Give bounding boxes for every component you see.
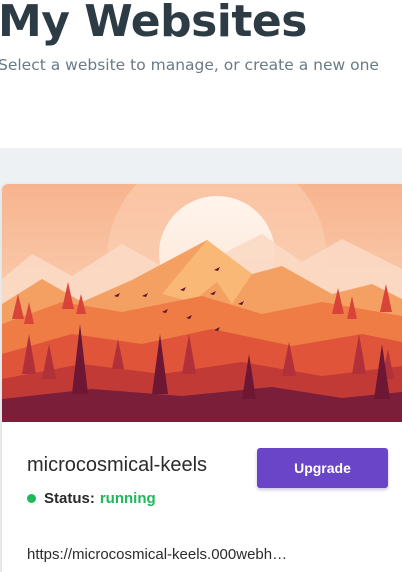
- website-card[interactable]: microcosmical-keels Upgrade Status: runn…: [2, 184, 402, 572]
- status-dot-icon: [27, 494, 36, 503]
- upgrade-button[interactable]: Upgrade: [257, 448, 388, 488]
- status-label: Status:: [44, 490, 95, 507]
- website-name: microcosmical-keels: [27, 454, 208, 476]
- mountain-landscape-icon: [2, 184, 402, 422]
- page: My Websites Select a website to manage, …: [0, 0, 402, 572]
- status-value: running: [99, 490, 156, 507]
- status-indicator: Status: running: [27, 490, 156, 507]
- website-url-link[interactable]: https://microcosmical-keels.000webh…: [27, 546, 287, 563]
- website-hero-image: [2, 184, 402, 422]
- page-subtitle: Select a website to manage, or create a …: [0, 56, 379, 74]
- page-title: My Websites: [0, 0, 307, 47]
